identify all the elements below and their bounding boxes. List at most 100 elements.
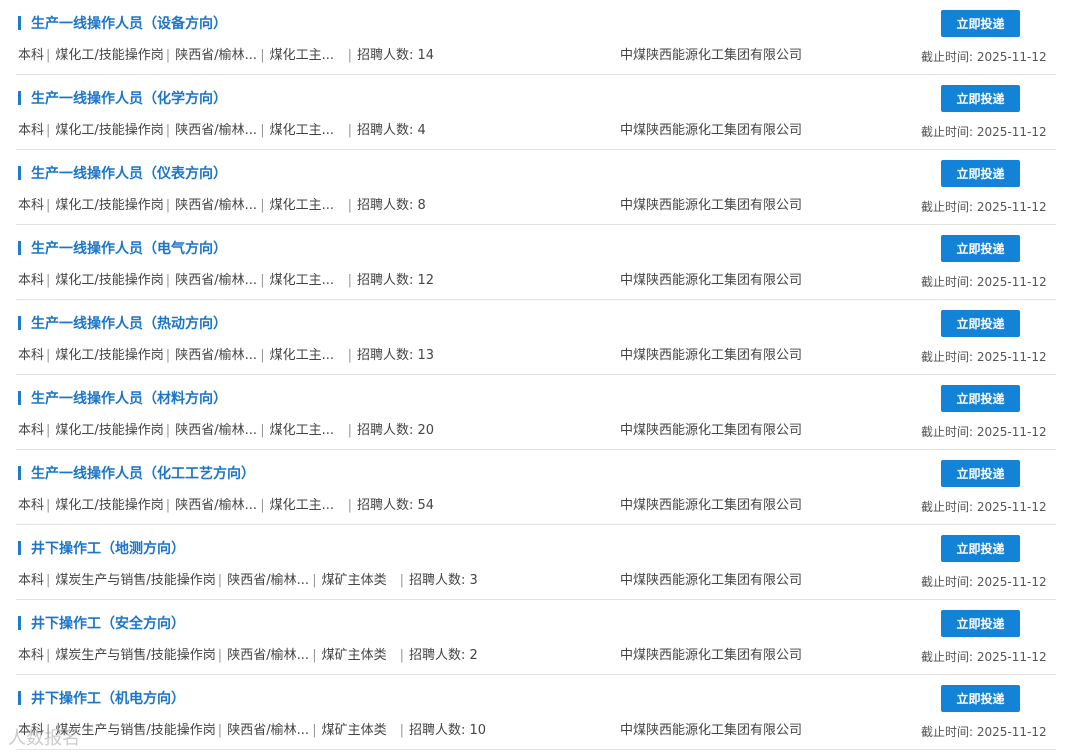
separator: | <box>165 48 171 63</box>
deadline-date: 2025-11-12 <box>976 50 1047 64</box>
job-row: 井下操作工（机电方向） 本科 | 煤炭生产与销售/技能操作岗 | 陕西省/榆林... | 煤矿… <box>0 675 1080 750</box>
company-name: 中煤陕西能源化工集团有限公司 <box>620 198 803 213</box>
separator: | <box>347 123 352 138</box>
separator: | <box>312 573 317 588</box>
job-row: 生产一线操作人员（材料方向） 本科 | 煤化工/技能操作岗 | 陕西省/榆林... | 煤化工… <box>0 375 1080 450</box>
job-title-link[interactable]: 生产一线操作人员（材料方向） <box>31 388 227 408</box>
title-accent-bar <box>18 91 21 105</box>
deadline: 截止时间: 2025-11-12 <box>921 198 1047 215</box>
category-label: 煤化工/技能操作岗 <box>55 348 164 363</box>
separator: | <box>347 273 352 288</box>
separator: | <box>260 498 265 513</box>
apply-button[interactable]: 立即投递 <box>941 235 1020 262</box>
job-meta: 本科 | 煤化工/技能操作岗 | 陕西省/榆林... | 煤化工主... | 招聘人数: 8 <box>18 194 426 213</box>
job-title-link[interactable]: 井下操作工（机电方向） <box>31 688 185 708</box>
separator: | <box>46 498 51 513</box>
company-name: 中煤陕西能源化工集团有限公司 <box>620 498 803 513</box>
separator: | <box>165 348 171 363</box>
count-label: 招聘人数: <box>356 423 418 438</box>
count-label: 招聘人数: <box>356 123 418 138</box>
location-label: 陕西省/榆林... <box>175 348 257 363</box>
industry-label: 煤化工主... <box>269 423 334 438</box>
count-value: 2 <box>469 648 478 663</box>
separator: | <box>165 423 171 438</box>
deadline-label: 截止时间: <box>921 650 977 664</box>
industry-label: 煤化工主... <box>269 498 334 513</box>
apply-button[interactable]: 立即投递 <box>941 310 1020 337</box>
count-value: 12 <box>417 273 435 288</box>
job-title-link[interactable]: 井下操作工（地测方向） <box>31 538 185 558</box>
location-label: 陕西省/榆林... <box>175 48 257 63</box>
location-label: 陕西省/榆林... <box>227 648 309 663</box>
apply-button[interactable]: 立即投递 <box>941 610 1020 637</box>
location-label: 陕西省/榆林... <box>175 198 257 213</box>
apply-button[interactable]: 立即投递 <box>941 10 1020 37</box>
location-label: 陕西省/榆林... <box>227 723 309 738</box>
count-label: 招聘人数: <box>356 498 418 513</box>
apply-button[interactable]: 立即投递 <box>941 85 1020 112</box>
separator: | <box>46 348 51 363</box>
separator: | <box>165 198 171 213</box>
watermark: 人数报名 <box>8 728 80 749</box>
count-value: 3 <box>469 573 478 588</box>
industry-label: 煤化工主... <box>269 348 334 363</box>
job-row: 生产一线操作人员（电气方向） 本科 | 煤化工/技能操作岗 | 陕西省/榆林... | 煤化工… <box>0 225 1080 300</box>
job-title-link[interactable]: 生产一线操作人员（设备方向） <box>31 13 227 33</box>
apply-button[interactable]: 立即投递 <box>941 685 1020 712</box>
industry-label: 煤化工主... <box>269 273 334 288</box>
job-title-link[interactable]: 生产一线操作人员（化工工艺方向） <box>31 463 255 483</box>
title-accent-bar <box>18 541 21 555</box>
deadline-date: 2025-11-12 <box>976 425 1047 439</box>
job-title-link[interactable]: 生产一线操作人员（热动方向） <box>31 313 227 333</box>
job-title-link[interactable]: 生产一线操作人员（仪表方向） <box>31 163 227 183</box>
separator: | <box>347 348 352 363</box>
degree-label: 本科 <box>18 573 45 588</box>
apply-button[interactable]: 立即投递 <box>941 535 1020 562</box>
separator: | <box>399 648 404 663</box>
job-meta: 本科 | 煤化工/技能操作岗 | 陕西省/榆林... | 煤化工主... | 招聘人数: 4 <box>18 119 426 138</box>
company-name: 中煤陕西能源化工集团有限公司 <box>620 348 803 363</box>
location-label: 陕西省/榆林... <box>175 423 257 438</box>
apply-button[interactable]: 立即投递 <box>941 460 1020 487</box>
separator: | <box>347 48 352 63</box>
deadline-label: 截止时间: <box>921 725 977 739</box>
title-accent-bar <box>18 16 21 30</box>
separator: | <box>260 348 265 363</box>
separator: | <box>165 498 171 513</box>
degree-label: 本科 <box>18 423 45 438</box>
job-row: 生产一线操作人员（设备方向） 本科 | 煤化工/技能操作岗 | 陕西省/榆林... | 煤化工… <box>0 0 1080 75</box>
category-label: 煤炭生产与销售/技能操作岗 <box>55 648 216 663</box>
category-label: 煤化工/技能操作岗 <box>55 273 164 288</box>
job-meta: 本科 | 煤化工/技能操作岗 | 陕西省/榆林... | 煤化工主... | 招聘人数: 14 <box>18 44 434 63</box>
separator: | <box>217 573 223 588</box>
separator: | <box>347 498 352 513</box>
industry-label: 煤化工主... <box>269 123 334 138</box>
job-meta: 本科 | 煤炭生产与销售/技能操作岗 | 陕西省/榆林... | 煤矿主体类 | 招聘人数: 2 <box>18 644 478 663</box>
deadline-date: 2025-11-12 <box>976 500 1047 514</box>
company-name: 中煤陕西能源化工集团有限公司 <box>620 723 803 738</box>
separator: | <box>46 273 51 288</box>
apply-button[interactable]: 立即投递 <box>941 160 1020 187</box>
title-accent-bar <box>18 691 21 705</box>
industry-label: 煤化工主... <box>269 48 334 63</box>
category-label: 煤炭生产与销售/技能操作岗 <box>55 573 216 588</box>
job-title-link[interactable]: 井下操作工（安全方向） <box>31 613 185 633</box>
count-label: 招聘人数: <box>356 48 418 63</box>
separator: | <box>260 48 265 63</box>
job-title-link[interactable]: 生产一线操作人员（化学方向） <box>31 88 227 108</box>
count-value: 13 <box>417 348 435 363</box>
deadline-date: 2025-11-12 <box>976 200 1047 214</box>
industry-label: 煤矿主体类 <box>321 723 387 738</box>
title-accent-bar <box>18 616 21 630</box>
industry-label: 煤矿主体类 <box>321 648 387 663</box>
degree-label: 本科 <box>18 48 45 63</box>
job-title-link[interactable]: 生产一线操作人员（电气方向） <box>31 238 227 258</box>
count-label: 招聘人数: <box>356 348 418 363</box>
separator: | <box>165 123 171 138</box>
deadline-label: 截止时间: <box>921 50 977 64</box>
apply-button[interactable]: 立即投递 <box>941 385 1020 412</box>
count-label: 招聘人数: <box>356 273 418 288</box>
separator: | <box>46 648 51 663</box>
job-row: 井下操作工（安全方向） 本科 | 煤炭生产与销售/技能操作岗 | 陕西省/榆林... | 煤矿… <box>0 600 1080 675</box>
location-label: 陕西省/榆林... <box>227 573 309 588</box>
